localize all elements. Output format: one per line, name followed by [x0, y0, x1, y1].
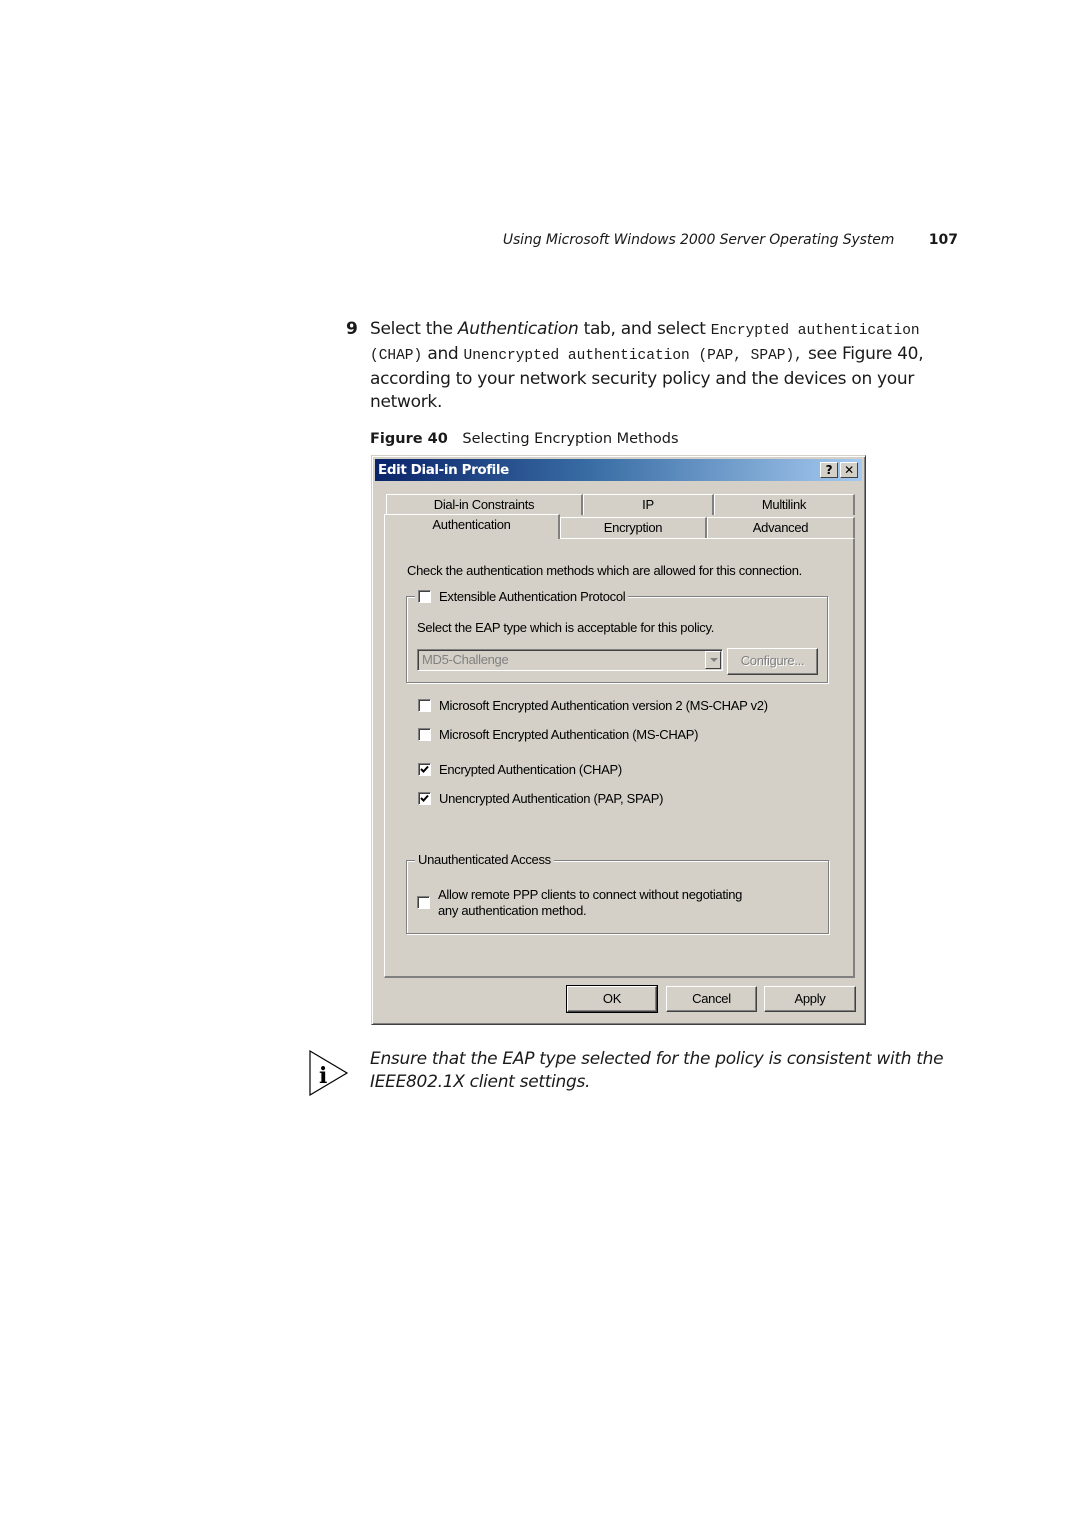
checkmark-icon	[420, 765, 429, 773]
eap-checkbox-label: Extensible Authentication Protocol	[439, 589, 626, 604]
authentication-tab-panel: Check the authentication methods which a…	[384, 538, 855, 978]
chap-label: Encrypted Authentication (CHAP)	[439, 762, 622, 777]
cancel-label: Cancel	[692, 991, 731, 1006]
dialog-title: Edit Dial-in Profile	[378, 462, 509, 478]
unauth-legend: Unauthenticated Access	[415, 852, 554, 868]
step-text-option-pap: Unencrypted authentication (PAP, SPAP),	[463, 348, 803, 364]
tab-label: Multilink	[761, 497, 807, 512]
method-pap-row[interactable]: Unencrypted Authentication (PAP, SPAP)	[418, 790, 663, 807]
running-head-title: Using Microsoft Windows 2000 Server Oper…	[502, 232, 895, 248]
help-icon: ?	[825, 463, 833, 477]
tab-advanced[interactable]: Advanced	[707, 517, 855, 538]
info-icon: i	[309, 1050, 349, 1096]
configure-button[interactable]: Configure...	[727, 648, 818, 675]
unauth-checkbox-row[interactable]: Allow remote PPP clients to connect with…	[417, 887, 742, 919]
pap-label: Unencrypted Authentication (PAP, SPAP)	[439, 791, 664, 806]
chap-checkbox[interactable]	[418, 763, 431, 776]
unauth-label: Allow remote PPP clients to connect with…	[438, 887, 742, 919]
tab-multilink[interactable]: Multilink	[714, 494, 855, 515]
apply-label: Apply	[794, 991, 826, 1006]
mschap-label: Microsoft Encrypted Authentication (MS-C…	[439, 727, 699, 742]
unauth-groupbox: Unauthenticated Access Allow remote PPP …	[406, 852, 829, 934]
help-button[interactable]: ?	[820, 462, 838, 478]
close-button[interactable]: ✕	[840, 462, 858, 478]
step-number: 9	[346, 319, 358, 339]
eap-instruction: Select the EAP type which is acceptable …	[417, 620, 715, 635]
ok-label: OK	[602, 991, 622, 1006]
close-icon: ✕	[844, 463, 854, 477]
mschap-checkbox[interactable]	[418, 728, 431, 741]
step-9: 9 Select the Authentication tab, and sel…	[346, 318, 966, 414]
tab-label: IP	[642, 497, 654, 512]
note-text-line2: IEEE802.1X client settings.	[370, 1072, 591, 1092]
step-text: Select the Authentication tab, and selec…	[370, 318, 966, 414]
method-chap-row[interactable]: Encrypted Authentication (CHAP)	[418, 761, 622, 778]
tab-ip[interactable]: IP	[583, 494, 714, 515]
running-head: Using Microsoft Windows 2000 Server Oper…	[0, 232, 958, 248]
tab-label: Encryption	[603, 520, 663, 535]
unauth-label-line2: any authentication method.	[438, 903, 587, 918]
cancel-button[interactable]: Cancel	[666, 986, 757, 1012]
figure-title: Selecting Encryption Methods	[462, 431, 679, 447]
edit-dial-in-profile-dialog: Edit Dial-in Profile ? ✕ Dial-in Constra…	[371, 455, 866, 1025]
step-text-part: tab, and select	[578, 319, 711, 339]
figure-caption: Figure 40 Selecting Encryption Methods	[370, 431, 679, 447]
page-number: 107	[928, 232, 958, 248]
note-text: Ensure that the EAP type selected for th…	[370, 1048, 970, 1094]
eap-groupbox: Extensible Authentication Protocol Selec…	[406, 588, 828, 683]
eap-checkbox-row[interactable]: Extensible Authentication Protocol	[418, 588, 626, 605]
unauth-label-line1: Allow remote PPP clients to connect with…	[438, 887, 743, 902]
unauth-checkbox[interactable]	[417, 896, 430, 909]
eap-checkbox[interactable]	[418, 590, 431, 603]
tab-dial-in-constraints[interactable]: Dial-in Constraints	[386, 494, 583, 515]
method-mschap-row[interactable]: Microsoft Encrypted Authentication (MS-C…	[418, 726, 698, 743]
configure-label: Configure...	[740, 653, 805, 668]
chevron-down-icon[interactable]	[705, 651, 721, 669]
tab-encryption[interactable]: Encryption	[560, 517, 707, 538]
svg-text:i: i	[319, 1063, 327, 1089]
tab-authentication[interactable]: Authentication	[384, 514, 560, 539]
intro-text: Check the authentication methods which a…	[407, 563, 802, 578]
step-text-tab-name: Authentication	[457, 319, 579, 339]
tab-label: Advanced	[752, 520, 809, 535]
tab-label: Dial-in Constraints	[433, 497, 535, 512]
eap-type-value: MD5-Challenge	[422, 652, 509, 667]
step-text-part: Select the	[370, 319, 458, 339]
eap-legend: Extensible Authentication Protocol	[415, 588, 629, 605]
figure-label: Figure 40	[370, 431, 448, 447]
tab-label: Authentication	[432, 517, 511, 532]
method-mschapv2-row[interactable]: Microsoft Encrypted Authentication versi…	[418, 697, 768, 714]
pap-checkbox[interactable]	[418, 792, 431, 805]
ok-button[interactable]: OK	[566, 985, 658, 1013]
mschapv2-label: Microsoft Encrypted Authentication versi…	[439, 698, 768, 713]
mschapv2-checkbox[interactable]	[418, 699, 431, 712]
note-text-line1: Ensure that the EAP type selected for th…	[370, 1049, 944, 1069]
eap-type-dropdown[interactable]: MD5-Challenge	[417, 649, 723, 671]
step-text-part: and	[422, 344, 464, 364]
apply-button[interactable]: Apply	[764, 986, 856, 1012]
checkmark-icon	[420, 794, 429, 802]
dialog-titlebar[interactable]: Edit Dial-in Profile ? ✕	[375, 459, 862, 481]
